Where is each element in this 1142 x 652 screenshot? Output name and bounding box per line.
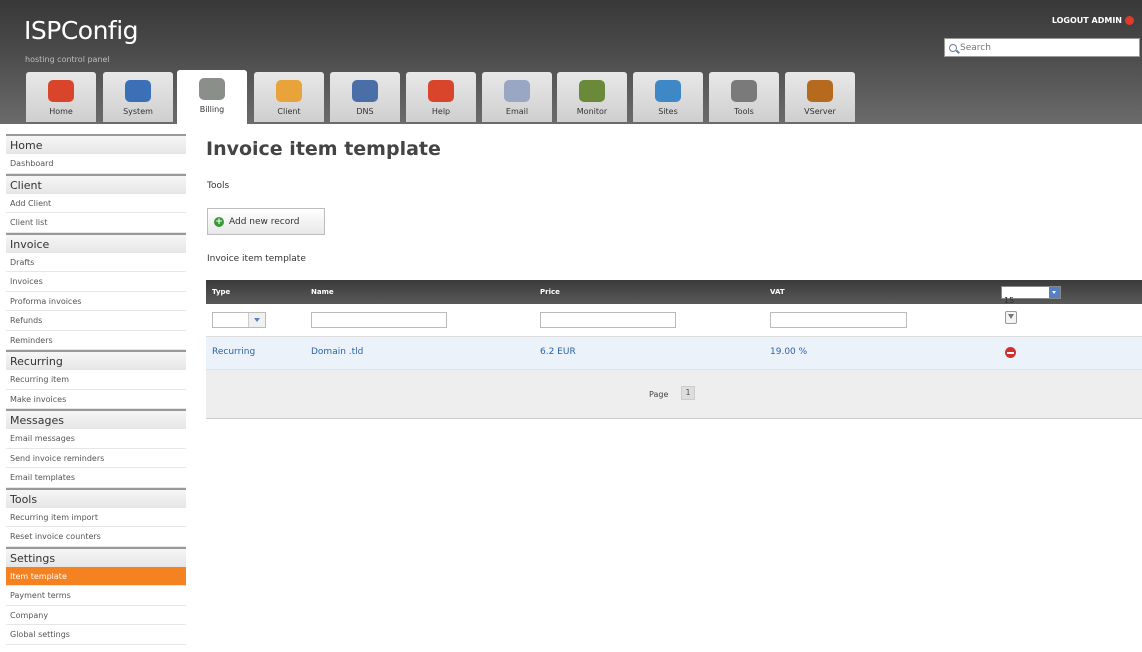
tab-tools[interactable]: Tools <box>709 72 779 122</box>
tab-label[interactable]: VServer <box>785 107 855 116</box>
sidebar-item-make-invoices[interactable]: Make invoices <box>6 390 186 409</box>
column-type[interactable]: Type <box>212 288 230 296</box>
sidebar-section-settings: Settings <box>6 546 186 567</box>
tab-label[interactable]: Billing <box>177 105 247 114</box>
logout-link[interactable]: LOGOUT ADMIN <box>1052 16 1134 25</box>
tab-system[interactable]: System <box>103 72 173 122</box>
tab-help[interactable]: Help <box>406 72 476 122</box>
cell-vat[interactable]: 19.00 % <box>770 347 807 357</box>
column-vat[interactable]: VAT <box>770 288 785 296</box>
add-new-record-button[interactable]: + Add new record <box>207 208 325 235</box>
add-new-record-label[interactable]: Add new record <box>229 217 300 227</box>
tab-label[interactable]: Help <box>406 107 476 116</box>
chevron-down-icon[interactable] <box>248 313 265 327</box>
logout-icon[interactable] <box>1125 16 1134 25</box>
vserver-icon <box>807 80 833 102</box>
sidebar-item-email-messages[interactable]: Email messages <box>6 429 186 449</box>
tab-home[interactable]: Home <box>26 72 96 122</box>
type-filter-select[interactable] <box>212 312 266 328</box>
monitor-icon <box>579 80 605 102</box>
tab-email[interactable]: Email <box>482 72 552 122</box>
tab-dns[interactable]: DNS <box>330 72 400 122</box>
billing-icon <box>199 78 225 100</box>
cell-name[interactable]: Domain .tld <box>311 347 363 357</box>
page-size-select[interactable]: 15 <box>1001 286 1061 305</box>
cell-price[interactable]: 6.2 EUR <box>540 347 576 357</box>
tab-vserver[interactable]: VServer <box>785 72 855 122</box>
sidebar-section-client: Client <box>6 173 186 194</box>
tab-label[interactable]: Email <box>482 107 552 116</box>
search-icon <box>949 43 957 52</box>
sidebar: Home Dashboard Client Add Client Client list… <box>6 134 186 645</box>
tab-label[interactable]: Home <box>26 107 96 116</box>
sites-icon <box>655 80 681 102</box>
table-header: Type Name Price VAT 15 <box>206 280 1142 305</box>
tab-sites[interactable]: Sites <box>633 72 703 122</box>
logo: ISPConfig <box>24 16 139 45</box>
sidebar-item-add-client[interactable]: Add Client <box>6 194 186 213</box>
sidebar-item-email-templates[interactable]: Email templates <box>6 468 186 488</box>
sidebar-item-recurring-item[interactable]: Recurring item <box>6 370 186 390</box>
sidebar-item-send-invoice-reminders[interactable]: Send invoice reminders <box>6 449 186 468</box>
sidebar-item-reset-invoice-counters[interactable]: Reset invoice counters <box>6 527 186 547</box>
email-icon <box>504 80 530 102</box>
sidebar-item-item-template[interactable]: Item template <box>6 566 186 586</box>
records-table: Type Name Price VAT 15 Recurring Domain … <box>206 280 1142 419</box>
sidebar-item-refunds[interactable]: Refunds <box>6 311 186 331</box>
home-icon <box>48 80 74 102</box>
sidebar-section-home: Home <box>6 134 186 154</box>
sidebar-section-recurring: Recurring <box>6 350 186 370</box>
sidebar-item-company[interactable]: Company <box>6 606 186 625</box>
cell-type[interactable]: Recurring <box>212 347 255 357</box>
vat-filter-input[interactable] <box>770 312 907 328</box>
help-icon <box>428 80 454 102</box>
tab-label[interactable]: DNS <box>330 107 400 116</box>
client-icon <box>276 80 302 102</box>
column-price[interactable]: Price <box>540 288 560 296</box>
sidebar-section-invoice: Invoice <box>6 232 186 253</box>
chevron-down-icon[interactable] <box>1049 287 1060 298</box>
sidebar-item-drafts[interactable]: Drafts <box>6 253 186 272</box>
sidebar-item-payment-terms[interactable]: Payment terms <box>6 586 186 606</box>
sidebar-section-messages: Messages <box>6 409 186 429</box>
page-title: Invoice item template <box>206 138 441 160</box>
sidebar-item-proforma-invoices[interactable]: Proforma invoices <box>6 292 186 311</box>
tools-icon <box>731 80 757 102</box>
pagination: Page 1 <box>206 370 1142 419</box>
sidebar-section-tools: Tools <box>6 487 186 508</box>
delete-icon[interactable] <box>1005 347 1016 358</box>
price-filter-input[interactable] <box>540 312 676 328</box>
tab-label[interactable]: Client <box>254 107 324 116</box>
tab-client[interactable]: Client <box>254 72 324 122</box>
system-icon <box>125 80 151 102</box>
list-heading: Invoice item template <box>207 254 306 264</box>
tab-label[interactable]: Tools <box>709 107 779 116</box>
logout-label[interactable]: LOGOUT ADMIN <box>1052 16 1122 25</box>
search-box[interactable] <box>944 38 1140 57</box>
tab-label[interactable]: Monitor <box>557 107 627 116</box>
sidebar-item-recurring-item-import[interactable]: Recurring item import <box>6 508 186 527</box>
tab-label[interactable]: System <box>103 107 173 116</box>
filter-icon[interactable] <box>1005 311 1017 324</box>
sidebar-item-reminders[interactable]: Reminders <box>6 331 186 350</box>
table-row[interactable]: Recurring Domain .tld 6.2 EUR 19.00 % <box>206 337 1142 370</box>
tagline: hosting control panel <box>25 55 110 64</box>
plus-icon: + <box>214 216 224 227</box>
dns-icon <box>352 80 378 102</box>
sidebar-item-client-list[interactable]: Client list <box>6 213 186 233</box>
tab-monitor[interactable]: Monitor <box>557 72 627 122</box>
app-header: ISPConfig hosting control panel LOGOUT A… <box>0 0 1142 126</box>
pager-label: Page <box>649 390 669 399</box>
name-filter-input[interactable] <box>311 312 447 328</box>
sidebar-item-dashboard[interactable]: Dashboard <box>6 154 186 174</box>
column-name[interactable]: Name <box>311 288 334 296</box>
tab-billing[interactable]: Billing <box>177 70 247 126</box>
tools-heading: Tools <box>207 181 230 191</box>
sidebar-item-invoices[interactable]: Invoices <box>6 272 186 292</box>
tab-label[interactable]: Sites <box>633 107 703 116</box>
sidebar-item-global-settings[interactable]: Global settings <box>6 625 186 645</box>
page-number[interactable]: 1 <box>681 386 695 400</box>
filter-row <box>206 304 1142 337</box>
search-input[interactable] <box>960 42 1130 53</box>
